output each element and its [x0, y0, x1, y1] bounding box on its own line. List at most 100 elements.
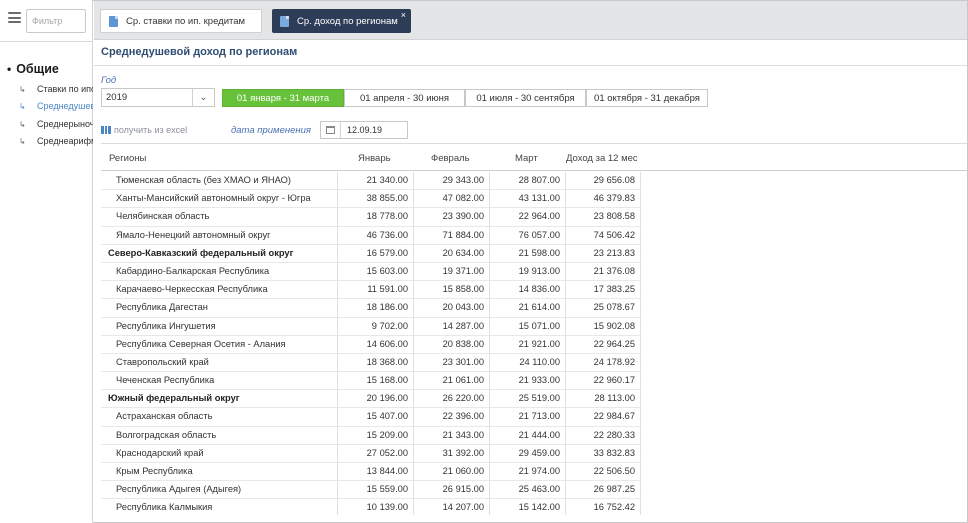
column-header-regions[interactable]: Регионы — [109, 153, 146, 164]
sidebar-item[interactable]: ↳ Ставки по ипотечным кредитам — [19, 84, 93, 98]
income-12m-cell: 23 213.83 — [565, 244, 641, 263]
region-name-cell: Ставропольский край — [101, 354, 337, 373]
period-q4-button[interactable]: 01 октября - 31 декабря — [586, 89, 708, 107]
sub-arrow-icon: ↳ — [19, 102, 26, 111]
january-cell: 20 196.00 — [337, 390, 413, 409]
sidebar-item-label: Среднеарифметическое — [37, 136, 93, 146]
sidebar-item[interactable]: ↳ Среднерыночная стоимость — [19, 119, 93, 133]
column-header-february[interactable]: Февраль — [431, 153, 470, 164]
february-cell: 20 634.00 — [413, 244, 489, 263]
march-cell: 21 614.00 — [489, 299, 565, 318]
table-row[interactable]: Ставропольский край 18 368.00 23 301.00 24 … — [101, 353, 967, 373]
close-icon[interactable]: × — [401, 11, 406, 20]
table-row[interactable]: Тюменская область (без ХМАО и ЯНАО) 21 34… — [101, 172, 967, 191]
january-cell: 15 559.00 — [337, 481, 413, 500]
february-cell: 21 060.00 — [413, 463, 489, 482]
table-group-row[interactable]: Северо-Кавказский федеральный округ 16 57… — [101, 244, 967, 263]
income-12m-cell: 29 656.08 — [565, 172, 641, 191]
column-header-12-month-income[interactable]: Доход за 12 мес — [566, 153, 638, 164]
january-cell: 15 168.00 — [337, 372, 413, 391]
region-name-cell: Астраханская область — [101, 408, 337, 427]
table-row[interactable]: Крым Республика 13 844.00 21 060.00 21 974.… — [101, 463, 967, 482]
income-12m-cell: 22 280.33 — [565, 426, 641, 445]
calendar-icon[interactable] — [321, 122, 341, 138]
region-name-cell: Южный федеральный округ — [101, 390, 337, 409]
sidebar-item[interactable]: ↳ Среднедушевой доход по регионам — [19, 101, 93, 115]
sidebar-item[interactable]: ↳ Среднеарифметическое — [19, 136, 93, 150]
income-12m-cell: 24 178.92 — [565, 353, 641, 373]
chevron-down-icon[interactable]: ⌄ — [192, 89, 214, 106]
income-12m-cell: 28 113.00 — [565, 390, 641, 409]
page-title: Среднедушевой доход по регионам — [101, 46, 298, 58]
region-name-cell: Ханты-Мансийский автономный округ - Югра — [101, 190, 337, 209]
column-header-january[interactable]: Январь — [358, 153, 391, 164]
table-row[interactable]: Кабардино-Балкарская Республика 15 603.00… — [101, 262, 967, 282]
sub-arrow-icon: ↳ — [19, 120, 26, 129]
february-cell: 26 220.00 — [413, 390, 489, 409]
tab-income-by-region[interactable]: Ср. доход по регионам × — [272, 9, 411, 33]
period-q1-button[interactable]: 01 января - 31 марта — [222, 89, 344, 107]
january-cell: 15 603.00 — [337, 262, 413, 282]
table-group-row[interactable]: Южный федеральный округ 20 196.00 26 220.0… — [101, 390, 967, 409]
table-row[interactable]: Республика Калмыкия 10 139.00 14 207.00 15 … — [101, 499, 967, 515]
table-row[interactable]: Чеченская Республика 15 168.00 21 061.00 21… — [101, 372, 967, 391]
march-cell: 21 598.00 — [489, 244, 565, 263]
region-name-cell: Республика Калмыкия — [101, 499, 337, 515]
february-cell: 14 207.00 — [413, 499, 489, 515]
region-name-cell: Кабардино-Балкарская Республика — [101, 263, 337, 282]
table-row[interactable]: Республика Северная Осетия - Алания 14 60… — [101, 335, 967, 354]
region-name-cell: Республика Адыгея (Адыгея) — [101, 481, 337, 500]
column-header-march[interactable]: Март — [515, 153, 538, 164]
march-cell: 43 131.00 — [489, 190, 565, 209]
table-row[interactable]: Республика Дагестан 18 186.00 20 043.00 21 … — [101, 299, 967, 318]
february-cell: 14 287.00 — [413, 317, 489, 336]
region-name-cell: Северо-Кавказский федеральный округ — [101, 245, 337, 263]
table-row[interactable]: Астраханская область 15 407.00 22 396.00 21… — [101, 408, 967, 427]
table-row[interactable]: Республика Адыгея (Адыгея) 15 559.00 26 91… — [101, 481, 967, 500]
year-select[interactable]: 2019 ⌄ — [101, 88, 215, 107]
tab-label: Ср. ставки по ип. кредитам — [126, 15, 246, 27]
region-name-cell: Республика Дагестан — [101, 299, 337, 318]
income-table: Регионы Январь Февраль Март Доход за 12 … — [101, 143, 967, 515]
table-row[interactable]: Ямало-Ненецкий автономный округ 46 736.00… — [101, 226, 967, 245]
period-q2-button[interactable]: 01 апреля - 30 июня — [344, 89, 465, 107]
february-cell: 20 043.00 — [413, 299, 489, 318]
region-name-cell: Крым Республика — [101, 463, 337, 482]
excel-export-link[interactable]: получить из excel — [101, 125, 187, 135]
january-cell: 38 855.00 — [337, 190, 413, 209]
march-cell: 22 964.00 — [489, 208, 565, 227]
table-row[interactable]: Челябинская область 18 778.00 23 390.00 22 … — [101, 208, 967, 227]
date-field[interactable]: 12.09.19 — [320, 121, 408, 139]
table-row[interactable]: Краснодарский край 27 052.00 31 392.00 29 4… — [101, 444, 967, 463]
table-header: Регионы Январь Февраль Март Доход за 12 … — [101, 144, 967, 171]
sidebar-item-label: Ставки по ипотечным кредитам — [37, 84, 93, 94]
february-cell: 19 371.00 — [413, 262, 489, 282]
table-row[interactable]: Республика Ингушетия 9 702.00 14 287.00 15 … — [101, 317, 967, 336]
sidebar-group-title[interactable]: • Общие — [7, 62, 59, 76]
sidebar-group-label: Общие — [16, 62, 59, 76]
table-row[interactable]: Ханты-Мансийский автономный округ - Югра… — [101, 190, 967, 209]
document-icon — [280, 15, 289, 27]
hamburger-icon[interactable] — [8, 12, 21, 23]
march-cell: 21 921.00 — [489, 335, 565, 354]
january-cell: 46 736.00 — [337, 226, 413, 245]
sidebar-item-label: Среднедушевой доход по регионам — [37, 101, 93, 111]
filter-input[interactable] — [26, 9, 86, 33]
period-q3-button[interactable]: 01 июля - 30 сентября — [465, 89, 586, 107]
income-12m-cell: 26 987.25 — [565, 481, 641, 500]
january-cell: 21 340.00 — [337, 172, 413, 191]
february-cell: 23 390.00 — [413, 208, 489, 227]
sub-arrow-icon: ↳ — [19, 85, 26, 94]
february-cell: 22 396.00 — [413, 408, 489, 427]
income-12m-cell: 33 832.83 — [565, 444, 641, 463]
march-cell: 25 519.00 — [489, 390, 565, 409]
table-row[interactable]: Карачаево-Черкесская Республика 11 591.00… — [101, 281, 967, 300]
region-name-cell: Ямало-Ненецкий автономный округ — [101, 227, 337, 245]
table-row[interactable]: Волгоградская область 15 209.00 21 343.00 2… — [101, 426, 967, 445]
tab-mortgage-rates[interactable]: Ср. ставки по ип. кредитам — [100, 9, 262, 33]
march-cell: 21 974.00 — [489, 463, 565, 482]
table-icon — [101, 126, 111, 134]
january-cell: 15 407.00 — [337, 408, 413, 427]
january-cell: 16 579.00 — [337, 244, 413, 263]
bullet-icon: • — [7, 62, 12, 76]
